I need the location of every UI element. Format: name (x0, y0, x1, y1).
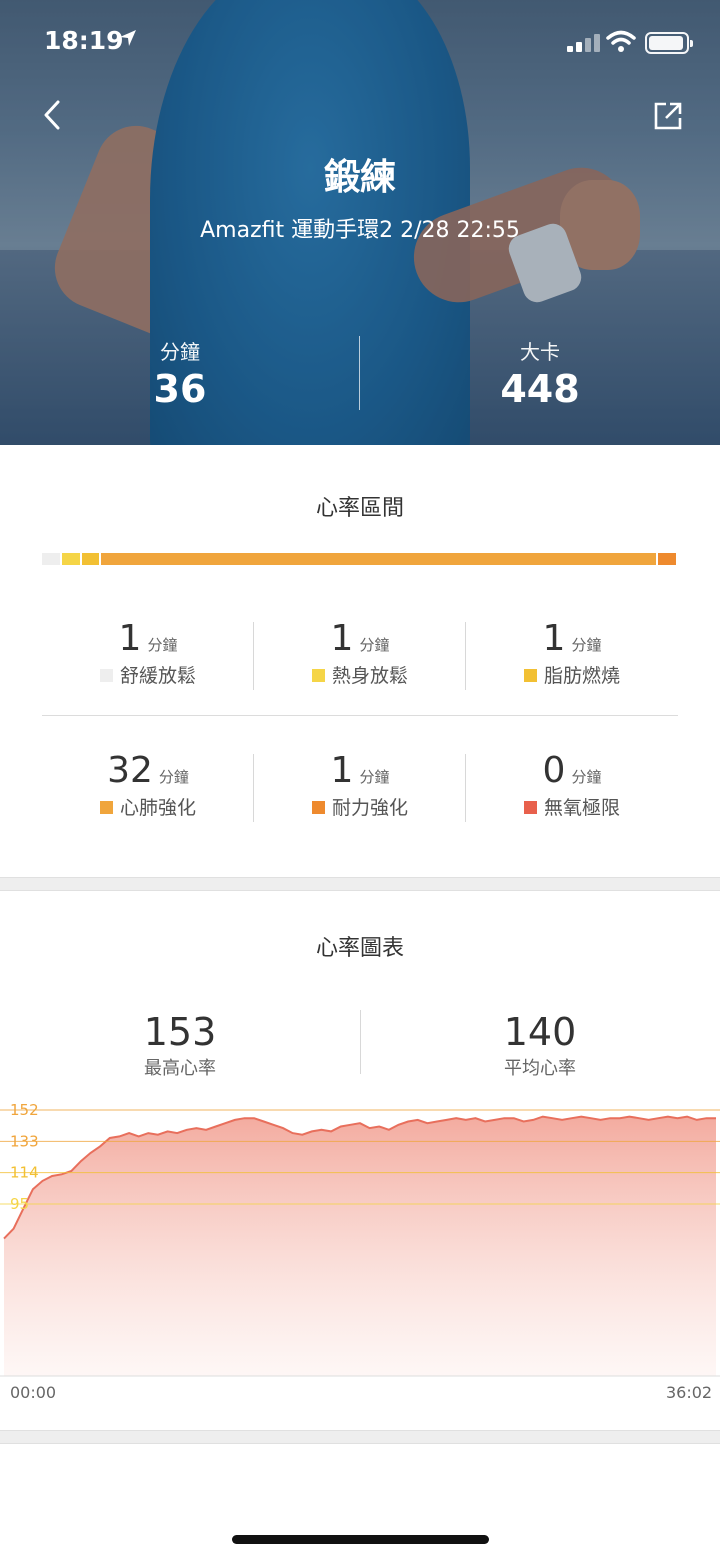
chart-time-start: 00:00 (10, 1383, 57, 1402)
zone-bar-segment-4 (101, 553, 656, 565)
zone-minutes: 1 (330, 618, 354, 659)
zone-cell: 1 分鐘 耐力強化 (254, 750, 466, 830)
zone-bar-segment-2 (62, 553, 80, 565)
threshold-label: 133 (10, 1132, 39, 1150)
avg-heart-rate-label: 平均心率 (504, 1058, 576, 1079)
heart-chart-title: 心率圖表 (315, 936, 404, 961)
section-gap (0, 1430, 720, 1444)
heart-rate-area (4, 1116, 716, 1376)
avg-heart-rate: 140 平均心率 (360, 1010, 720, 1080)
zone-unit: 分鐘 (147, 636, 178, 654)
zones-title: 心率區間 (315, 496, 404, 521)
wifi-icon (606, 30, 636, 54)
zone-minutes: 1 (542, 618, 566, 659)
battery-icon (645, 32, 693, 54)
zone-cell: 1 分鐘 脂肪燃燒 (466, 618, 678, 698)
max-heart-rate: 153 最高心率 (0, 1010, 360, 1080)
heart-rate-chart: 152 133 114 95 (0, 1101, 720, 1377)
duration-value: 36 (153, 367, 207, 411)
zone-bar-segment-3 (82, 553, 99, 565)
zone-swatch (311, 669, 325, 682)
zone-minutes: 0 (542, 750, 566, 791)
zone-unit: 分鐘 (359, 636, 390, 654)
zone-name: 無氧極限 (543, 797, 620, 819)
max-heart-rate-value: 153 (143, 1010, 217, 1054)
zone-swatch (99, 669, 113, 682)
duration-stat: 分鐘 36 (0, 336, 360, 411)
section-gap (0, 877, 720, 891)
avg-heart-rate-value: 140 (503, 1010, 577, 1054)
zone-minutes: 1 (118, 618, 142, 659)
zone-bar-segment-5 (658, 553, 676, 565)
location-arrow-icon (118, 28, 138, 53)
zone-name: 熱身放鬆 (331, 665, 408, 687)
calories-stat: 大卡 448 (360, 336, 720, 411)
status-time: 18:19 (44, 26, 124, 55)
zone-unit: 分鐘 (571, 768, 602, 786)
max-heart-rate-label: 最高心率 (144, 1058, 216, 1079)
zone-name: 脂肪燃燒 (543, 665, 620, 687)
zone-swatch (99, 801, 113, 814)
cellular-signal-icon (567, 32, 601, 52)
zone-swatch (523, 801, 537, 814)
zone-unit: 分鐘 (158, 768, 189, 786)
calories-value: 448 (500, 367, 580, 411)
zone-name: 耐力強化 (331, 797, 408, 819)
duration-label: 分鐘 (160, 340, 200, 364)
zone-cell: 1 分鐘 舒緩放鬆 (42, 618, 254, 698)
zone-cell: 1 分鐘 熱身放鬆 (254, 618, 466, 698)
chart-time-end: 36:02 (666, 1383, 713, 1402)
back-chevron-icon[interactable] (38, 96, 68, 136)
zone-unit: 分鐘 (359, 768, 390, 786)
zone-unit: 分鐘 (571, 636, 602, 654)
threshold-label: 95 (10, 1195, 29, 1213)
workout-subtitle: Amazfit 運動手環2 2/28 22:55 (200, 218, 520, 243)
zone-minutes: 1 (330, 750, 354, 791)
calories-label: 大卡 (520, 340, 560, 364)
zone-name: 心肺強化 (119, 797, 196, 819)
share-icon[interactable] (652, 100, 684, 132)
zone-swatch (311, 801, 325, 814)
status-bar: 18:19 (0, 26, 720, 62)
zones-row-divider (42, 715, 678, 716)
threshold-label: 114 (10, 1164, 39, 1182)
hero-banner: 18:19 鍛練 Amazfit 運動手環2 2/28 22:55 分鐘 36 … (0, 0, 720, 445)
home-indicator (232, 1535, 489, 1544)
zone-minutes: 32 (107, 750, 153, 791)
threshold-label: 152 (10, 1101, 39, 1119)
zone-name: 舒緩放鬆 (119, 665, 196, 687)
zone-bar-segment-1 (42, 553, 60, 565)
zone-swatch (523, 669, 537, 682)
zone-cell: 0 分鐘 無氧極限 (466, 750, 678, 830)
workout-title: 鍛練 (323, 157, 396, 198)
zone-cell: 32 分鐘 心肺強化 (42, 750, 254, 830)
